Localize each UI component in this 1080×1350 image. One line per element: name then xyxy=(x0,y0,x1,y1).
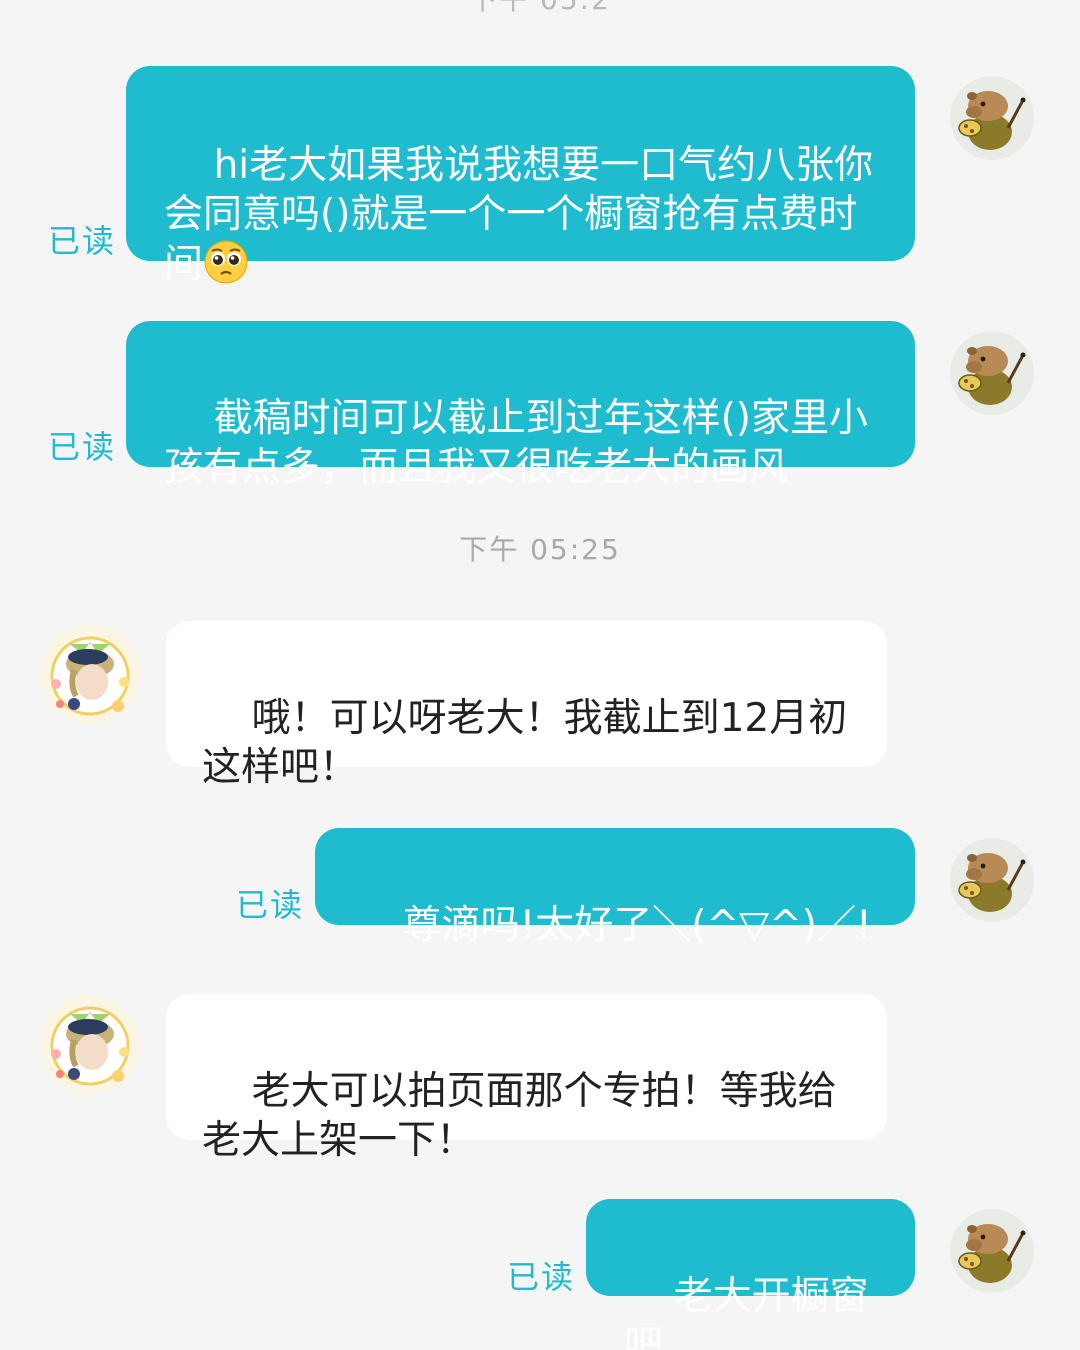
contact-avatar[interactable] xyxy=(40,994,140,1094)
pleading-face-icon xyxy=(204,240,248,284)
message-text: 老大开橱窗吧 xyxy=(624,1274,869,1350)
message-bubble-sent[interactable]: 截稿时间可以截止到过年这样()家里小孩有点多，而且我又很吃老大的画风 xyxy=(126,321,915,490)
chat-view: 下午 05:2 hi老大如果我说我想要一口气约八张你会同意吗()就是一个一个橱窗… xyxy=(0,0,1080,1350)
capybara-avatar-icon xyxy=(950,838,1034,922)
anime-boy-avatar-icon xyxy=(40,994,140,1094)
my-avatar[interactable] xyxy=(950,1209,1034,1293)
message-bubble-received[interactable]: 老大可以拍页面那个专拍！等我给老大上架一下！ xyxy=(166,994,887,1163)
message-bubble-sent[interactable]: 尊滴吗!太好了＼(^▽^)／! xyxy=(315,828,915,948)
message-text: 哦！可以呀老大！我截止到12月初这样吧！ xyxy=(202,696,848,790)
capybara-avatar-icon xyxy=(950,76,1034,160)
my-avatar[interactable] xyxy=(950,331,1034,415)
capybara-avatar-icon xyxy=(950,1209,1034,1293)
message-text: 老大可以拍页面那个专拍！等我给老大上架一下！ xyxy=(202,1069,837,1163)
message-text: hi老大如果我说我想要一口气约八张你会同意吗()就是一个一个橱窗抢有点费时间 xyxy=(164,143,874,287)
message-text: 截稿时间可以截止到过年这样()家里小孩有点多，而且我又很吃老大的画风 xyxy=(164,396,869,490)
time-separator-partial: 下午 05:2 xyxy=(0,0,1080,16)
my-avatar[interactable] xyxy=(950,76,1034,160)
time-separator: 下午 05:25 xyxy=(459,533,621,566)
message-text: 尊滴吗!太好了＼(^▽^)／! xyxy=(402,903,872,948)
message-bubble-sent[interactable]: hi老大如果我说我想要一口气约八张你会同意吗()就是一个一个橱窗抢有点费时间 xyxy=(126,66,915,287)
read-status: 已读 xyxy=(507,1258,576,1296)
anime-boy-avatar-icon xyxy=(40,624,140,724)
message-bubble-received[interactable]: 哦！可以呀老大！我截止到12月初这样吧！ xyxy=(166,621,887,790)
read-status: 已读 xyxy=(48,428,117,466)
read-status: 已读 xyxy=(236,886,305,924)
message-bubble-sent[interactable]: 老大开橱窗吧 xyxy=(586,1199,915,1350)
my-avatar[interactable] xyxy=(950,838,1034,922)
capybara-avatar-icon xyxy=(950,331,1034,415)
contact-avatar[interactable] xyxy=(40,624,140,724)
read-status: 已读 xyxy=(48,222,117,260)
